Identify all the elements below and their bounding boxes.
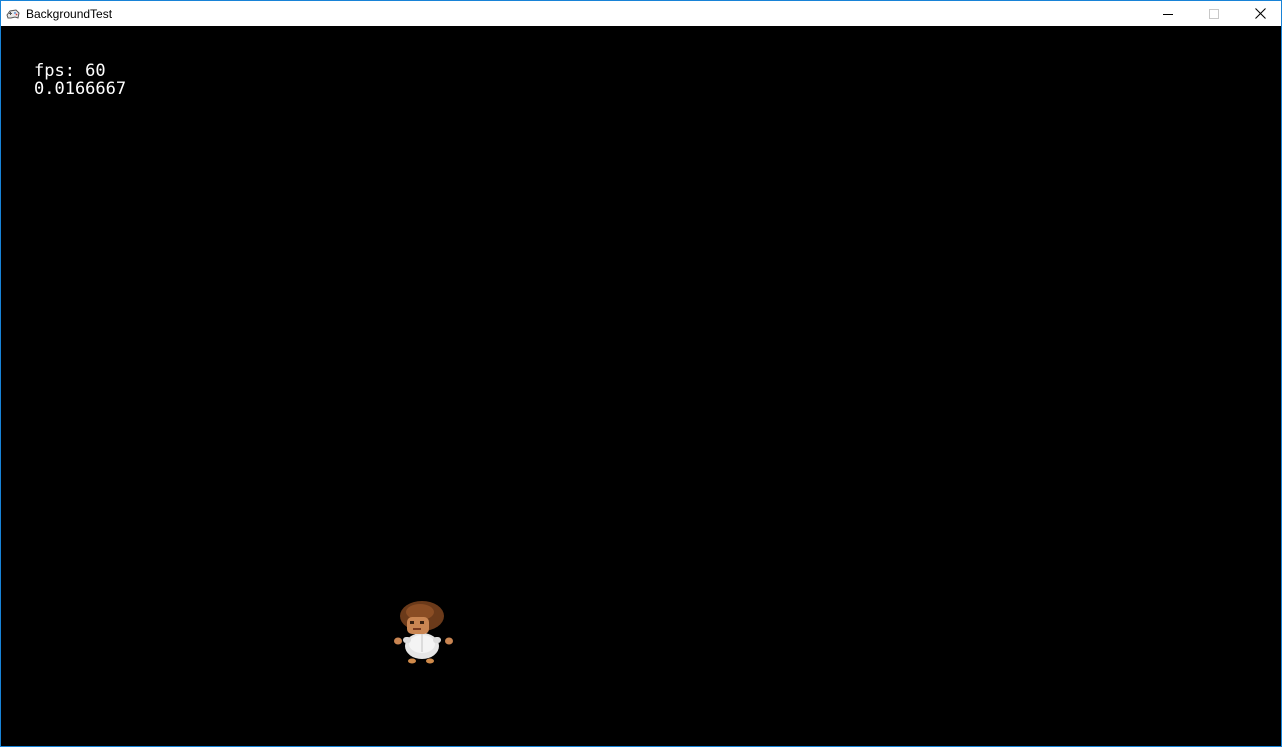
window-title: BackgroundTest [26, 7, 113, 21]
minimize-icon [1163, 4, 1173, 23]
close-icon [1254, 4, 1266, 23]
frame-time-readout: 0.0166667 [34, 79, 127, 99]
curly-haired-character-sprite [390, 600, 458, 668]
fps-counter: fps: 60 [34, 61, 106, 81]
minimize-button[interactable] [1145, 1, 1191, 26]
close-button[interactable] [1237, 1, 1282, 26]
title-bar[interactable]: BackgroundTest [1, 1, 1281, 26]
gamepad-icon [5, 6, 21, 22]
app-window: BackgroundTest fps: 60 0.0166667 [0, 0, 1282, 747]
game-canvas[interactable]: fps: 60 0.0166667 [1, 26, 1281, 746]
maximize-icon [1209, 4, 1219, 23]
maximize-button[interactable] [1191, 1, 1237, 26]
